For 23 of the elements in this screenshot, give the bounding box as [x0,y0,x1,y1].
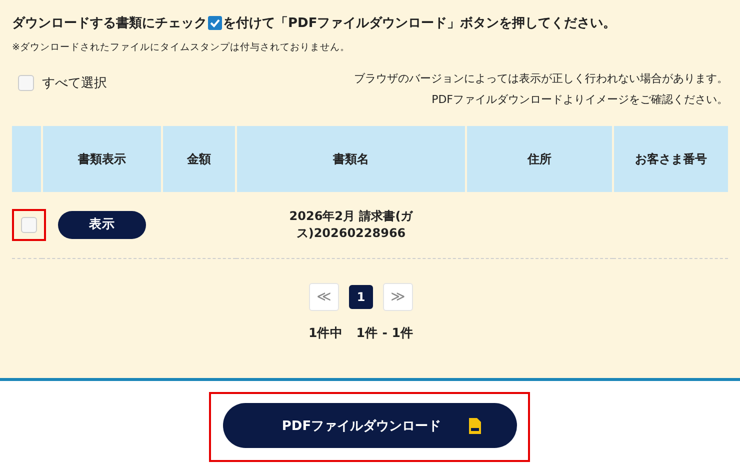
page-button[interactable]: 1 [349,284,373,308]
header-cell [12,126,42,192]
select-all-label[interactable]: すべて選択 [42,74,107,92]
next-page-button[interactable]: ≫ [383,282,413,310]
pdf-download-button[interactable]: PDFファイルダウンロード [222,403,516,448]
instruction-text: ダウンロードする書類にチェック [12,15,207,32]
note-text: ※ダウンロードされたファイルにタイムスタンプは付与されておりません。 [12,41,351,54]
header-cell: 金額 [162,126,236,192]
notice-text: ブラウザのバージョンによっては表示が正しく行われない場合があります。 [354,71,728,87]
header-cell: 書類名 [236,126,466,192]
header-cell: お客さま番号 [613,126,728,192]
select-all-checkbox[interactable] [18,75,34,91]
instruction-text: を付けて「PDFファイルダウンロード」ボタンを押してください。 [223,15,616,32]
table-cell: 2026年2月 請求書(ガス)20260228966 [289,208,413,240]
notice-text: PDFファイルダウンロードよりイメージをご確認ください。 [430,92,728,108]
header-cell: 住所 [466,126,613,192]
row-checkbox[interactable] [21,216,37,233]
pdf-file-icon [469,418,482,434]
view-button[interactable]: 表示 [58,210,146,239]
result-count: 1件中 1件 - 1件 [308,324,414,342]
previous-page-button[interactable]: ≪ [309,282,339,310]
header-cell: 書類表示 [42,126,162,192]
checkbox-checked-icon [208,16,222,30]
